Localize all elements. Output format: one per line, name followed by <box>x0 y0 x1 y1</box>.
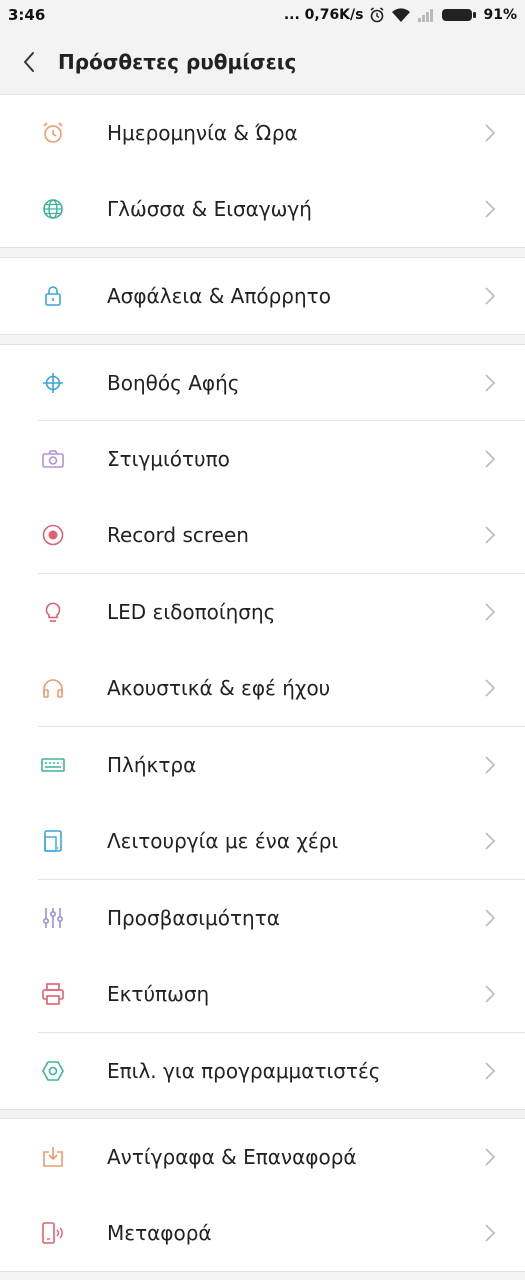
settings-item-label: Λειτουργία με ένα χέρι <box>107 829 339 853</box>
settings-item-label: Αντίγραφα & Επαναφορά <box>107 1145 357 1169</box>
settings-item-screenshot[interactable]: Στιγμιότυπο <box>0 421 525 497</box>
alarm-status-icon <box>369 7 385 23</box>
page-title: Πρόσθετες ρυθμίσεις <box>58 50 297 74</box>
chevron-right-icon <box>485 374 496 392</box>
settings-item-label: LED ειδοποίησης <box>107 600 276 624</box>
settings-item-touch-assistant[interactable]: Βοηθός Αφής <box>0 345 525 421</box>
app-header: Πρόσθετες ρυθμίσεις <box>0 30 525 94</box>
sliders-icon <box>40 905 66 931</box>
settings-item-one-handed-mode[interactable]: Λειτουργία με ένα χέρι <box>0 803 525 879</box>
chevron-right-icon <box>485 526 496 544</box>
settings-item-printing[interactable]: Εκτύπωση <box>0 956 525 1032</box>
settings-group-3: Βοηθός Αφής Στιγμιότυπο Record screen LE… <box>0 345 525 1109</box>
alarm-clock-icon <box>40 120 66 146</box>
phone-transfer-icon <box>40 1220 66 1246</box>
group-divider <box>0 247 525 248</box>
battery-icon <box>441 7 477 23</box>
settings-group-1: Ημερομηνία & Ώρα Γλώσσα & Εισαγωγή <box>0 95 525 247</box>
settings-item-label: Γλώσσα & Εισαγωγή <box>107 197 312 221</box>
one-hand-phone-icon <box>40 828 66 854</box>
settings-item-developer-options[interactable]: Επιλ. για προγραμματιστές <box>0 1033 525 1109</box>
settings-item-label: Στιγμιότυπο <box>107 447 230 471</box>
settings-item-accessibility[interactable]: Προσβασιμότητα <box>0 880 525 956</box>
chevron-right-icon <box>485 1062 496 1080</box>
hexagon-icon <box>40 1058 66 1084</box>
settings-group-4: Αντίγραφα & Επαναφορά Μεταφορά <box>0 1119 525 1271</box>
keyboard-icon <box>40 752 66 778</box>
chevron-right-icon <box>485 832 496 850</box>
camera-icon <box>40 446 66 472</box>
lock-icon <box>40 283 66 309</box>
settings-item-language-input[interactable]: Γλώσσα & Εισαγωγή <box>0 171 525 247</box>
chevron-right-icon <box>485 1224 496 1242</box>
settings-item-notification-led[interactable]: LED ειδοποίησης <box>0 574 525 650</box>
settings-item-record-screen[interactable]: Record screen <box>0 497 525 573</box>
settings-item-label: Πλήκτρα <box>107 753 197 777</box>
chevron-right-icon <box>485 909 496 927</box>
group-divider <box>0 334 525 335</box>
chevron-right-icon <box>485 287 496 305</box>
chevron-right-icon <box>485 200 496 218</box>
chevron-right-icon <box>485 124 496 142</box>
settings-item-buttons[interactable]: Πλήκτρα <box>0 727 525 803</box>
settings-item-label: Ημερομηνία & Ώρα <box>107 121 298 145</box>
chevron-right-icon <box>485 756 496 774</box>
download-tray-icon <box>40 1144 66 1170</box>
settings-item-date-time[interactable]: Ημερομηνία & Ώρα <box>0 95 525 171</box>
chevron-left-icon <box>24 52 34 72</box>
battery-percent: 91% <box>483 7 517 23</box>
record-icon <box>40 522 66 548</box>
globe-icon <box>40 196 66 222</box>
lightbulb-icon <box>40 599 66 625</box>
settings-item-label: Επιλ. για προγραμματιστές <box>107 1059 381 1083</box>
chevron-right-icon <box>485 1148 496 1166</box>
settings-item-backup-reset[interactable]: Αντίγραφα & Επαναφορά <box>0 1119 525 1195</box>
settings-item-label: Ακουστικά & εφέ ήχου <box>107 676 331 700</box>
settings-item-label: Record screen <box>107 523 249 547</box>
settings-item-label: Μεταφορά <box>107 1221 212 1245</box>
chevron-right-icon <box>485 679 496 697</box>
settings-item-headphones-audio[interactable]: Ακουστικά & εφέ ήχου <box>0 650 525 726</box>
settings-item-label: Προσβασιμότητα <box>107 906 280 930</box>
settings-group-2: Ασφάλεια & Απόρρητο <box>0 258 525 334</box>
group-divider <box>0 1109 525 1110</box>
settings-item-transfer[interactable]: Μεταφορά <box>0 1195 525 1271</box>
back-button[interactable] <box>0 30 58 94</box>
network-speed: ... 0,76K/s <box>283 7 364 23</box>
signal-icon <box>417 7 435 23</box>
chevron-right-icon <box>485 985 496 1003</box>
status-time: 3:46 <box>8 6 46 24</box>
settings-item-label: Εκτύπωση <box>107 982 210 1006</box>
crosshair-icon <box>40 370 66 396</box>
settings-item-security-privacy[interactable]: Ασφάλεια & Απόρρητο <box>0 258 525 334</box>
group-divider <box>0 1271 525 1272</box>
chevron-right-icon <box>485 450 496 468</box>
chevron-right-icon <box>485 603 496 621</box>
settings-item-label: Βοηθός Αφής <box>107 371 240 395</box>
wifi-icon <box>391 7 411 23</box>
headphones-icon <box>40 675 66 701</box>
status-bar: 3:46 ... 0,76K/s 91% <box>0 0 525 30</box>
settings-item-label: Ασφάλεια & Απόρρητο <box>107 284 331 308</box>
printer-icon <box>40 981 66 1007</box>
